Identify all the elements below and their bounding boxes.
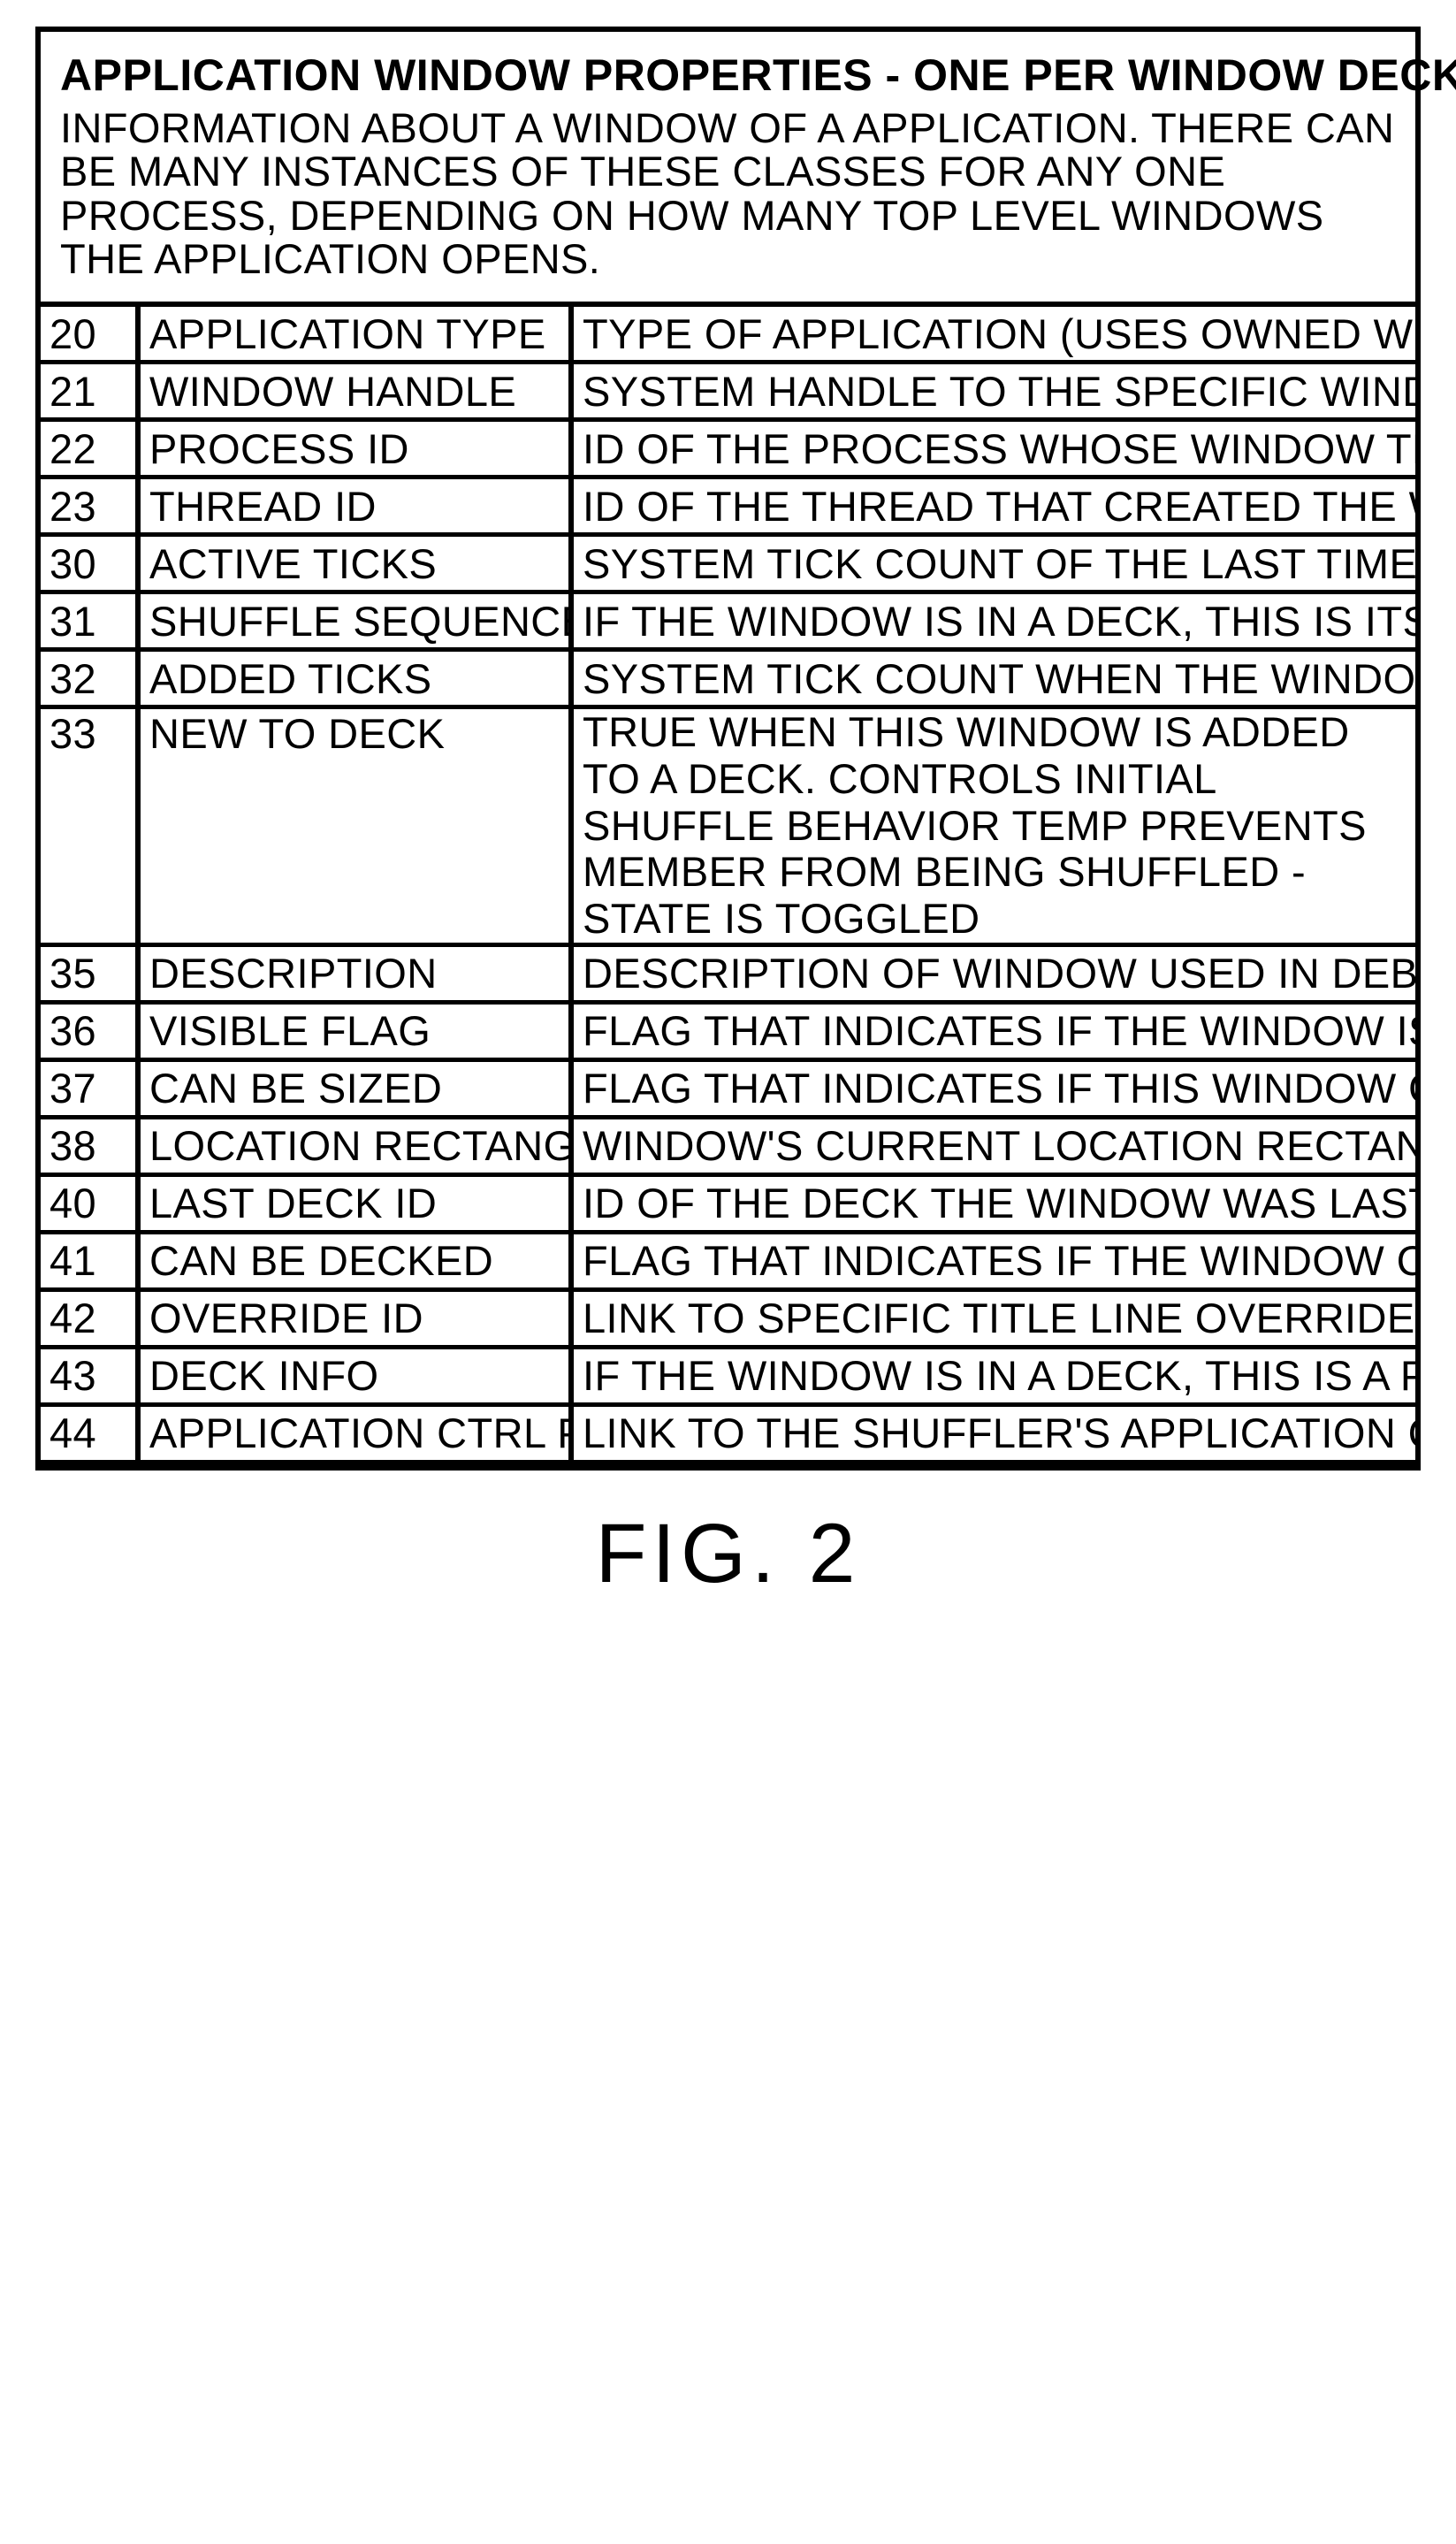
table-frame: APPLICATION WINDOW PROPERTIES - ONE PER … bbox=[35, 27, 1421, 1471]
property-name: ACTIVE TICKS bbox=[138, 535, 571, 592]
property-name: SHUFFLE SEQUENCE bbox=[138, 592, 571, 650]
table-row: 44APPLICATION CTRL POINTERLINK TO THE SH… bbox=[41, 1404, 1415, 1463]
property-description: LINK TO THE SHUFFLER'S APPLICATION CONTR… bbox=[571, 1404, 1415, 1463]
figure-label: FIG. 2 bbox=[35, 1506, 1421, 1602]
property-name: NEW TO DECK bbox=[138, 707, 571, 944]
row-number: 42 bbox=[41, 1289, 138, 1347]
property-description: IF THE WINDOW IS IN A DECK, THIS IS ITS … bbox=[571, 592, 1415, 650]
table-row: 36VISIBLE FLAGFLAG THAT INDICATES IF THE… bbox=[41, 1002, 1415, 1059]
table-row: 41CAN BE DECKEDFLAG THAT INDICATES IF TH… bbox=[41, 1232, 1415, 1289]
property-description: TYPE OF APPLICATION (USES OWNED WINDOWS,… bbox=[571, 307, 1415, 363]
table-row: 33NEW TO DECKTRUE WHEN THIS WINDOW IS AD… bbox=[41, 707, 1415, 944]
row-number: 32 bbox=[41, 650, 138, 707]
table-row: 20APPLICATION TYPETYPE OF APPLICATION (U… bbox=[41, 307, 1415, 363]
property-name: VISIBLE FLAG bbox=[138, 1002, 571, 1059]
table-row: 21WINDOW HANDLESYSTEM HANDLE TO THE SPEC… bbox=[41, 363, 1415, 420]
property-description: WINDOW'S CURRENT LOCATION RECTANGLE. bbox=[571, 1117, 1415, 1174]
property-description: LINK TO SPECIFIC TITLE LINE OVERRIDE INF… bbox=[571, 1289, 1415, 1347]
property-name: LAST DECK ID bbox=[138, 1174, 571, 1232]
table-row: 22PROCESS IDID OF THE PROCESS WHOSE WIND… bbox=[41, 420, 1415, 477]
property-description: ID OF THE PROCESS WHOSE WINDOW THIS IS. … bbox=[571, 420, 1415, 477]
property-description: ID OF THE THREAD THAT CREATED THE WINDOW… bbox=[571, 477, 1415, 535]
property-name: APPLICATION CTRL POINTER bbox=[138, 1404, 571, 1463]
row-number: 23 bbox=[41, 477, 138, 535]
property-name: WINDOW HANDLE bbox=[138, 363, 571, 420]
table-row: 43DECK INFOIF THE WINDOW IS IN A DECK, T… bbox=[41, 1347, 1415, 1404]
row-number: 37 bbox=[41, 1059, 138, 1117]
row-number: 22 bbox=[41, 420, 138, 477]
property-name: ADDED TICKS bbox=[138, 650, 571, 707]
table-row: 42OVERRIDE IDLINK TO SPECIFIC TITLE LINE… bbox=[41, 1289, 1415, 1347]
table-row: 31SHUFFLE SEQUENCEIF THE WINDOW IS IN A … bbox=[41, 592, 1415, 650]
property-description: SYSTEM TICK COUNT OF THE LAST TIME THE W… bbox=[571, 535, 1415, 592]
property-description: SYSTEM HANDLE TO THE SPECIFIC WINDOW bbox=[571, 363, 1415, 420]
row-number: 35 bbox=[41, 944, 138, 1002]
row-number: 40 bbox=[41, 1174, 138, 1232]
property-description: FLAG THAT INDICATES IF THIS WINDOW CAN B… bbox=[571, 1059, 1415, 1117]
table-row: 38LOCATION RECTANGLEWINDOW'S CURRENT LOC… bbox=[41, 1117, 1415, 1174]
table-row: 23THREAD IDID OF THE THREAD THAT CREATED… bbox=[41, 477, 1415, 535]
row-number: 38 bbox=[41, 1117, 138, 1174]
property-name: DESCRIPTION bbox=[138, 944, 571, 1002]
property-description: SYSTEM TICK COUNT WHEN THE WINDOW WAS AD… bbox=[571, 650, 1415, 707]
row-number: 36 bbox=[41, 1002, 138, 1059]
property-description: FLAG THAT INDICATES IF THE WINDOW CAN BE… bbox=[571, 1232, 1415, 1289]
property-description: IF THE WINDOW IS IN A DECK, THIS IS A PO… bbox=[571, 1347, 1415, 1404]
table-row: 32ADDED TICKSSYSTEM TICK COUNT WHEN THE … bbox=[41, 650, 1415, 707]
property-name: CAN BE SIZED bbox=[138, 1059, 571, 1117]
row-number: 41 bbox=[41, 1232, 138, 1289]
property-name: PROCESS ID bbox=[138, 420, 571, 477]
row-number: 44 bbox=[41, 1404, 138, 1463]
row-number: 43 bbox=[41, 1347, 138, 1404]
table-row: 37CAN BE SIZEDFLAG THAT INDICATES IF THI… bbox=[41, 1059, 1415, 1117]
property-name: CAN BE DECKED bbox=[138, 1232, 571, 1289]
property-name: OVERRIDE ID bbox=[138, 1289, 571, 1347]
property-description: FLAG THAT INDICATES IF THE WINDOW IS VIS… bbox=[571, 1002, 1415, 1059]
properties-table: 20APPLICATION TYPETYPE OF APPLICATION (U… bbox=[41, 307, 1415, 1464]
row-number: 30 bbox=[41, 535, 138, 592]
page: APPLICATION WINDOW PROPERTIES - ONE PER … bbox=[0, 0, 1456, 1620]
property-name: DECK INFO bbox=[138, 1347, 571, 1404]
property-description: TRUE WHEN THIS WINDOW IS ADDED TO A DECK… bbox=[571, 707, 1415, 944]
property-description: ID OF THE DECK THE WINDOW WAS LAST REMOV… bbox=[571, 1174, 1415, 1232]
property-name: THREAD ID bbox=[138, 477, 571, 535]
table-row: 40LAST DECK IDID OF THE DECK THE WINDOW … bbox=[41, 1174, 1415, 1232]
table-title: APPLICATION WINDOW PROPERTIES - ONE PER … bbox=[60, 50, 1396, 101]
property-description: DESCRIPTION OF WINDOW USED IN DEBUG OUTP… bbox=[571, 944, 1415, 1002]
property-name: LOCATION RECTANGLE bbox=[138, 1117, 571, 1174]
row-number: 33 bbox=[41, 707, 138, 944]
property-name: APPLICATION TYPE bbox=[138, 307, 571, 363]
table-subtitle: INFORMATION ABOUT A WINDOW OF A APPLICAT… bbox=[60, 106, 1396, 280]
row-number: 20 bbox=[41, 307, 138, 363]
table-header: APPLICATION WINDOW PROPERTIES - ONE PER … bbox=[41, 32, 1415, 307]
table-row: 35DESCRIPTIONDESCRIPTION OF WINDOW USED … bbox=[41, 944, 1415, 1002]
row-number: 21 bbox=[41, 363, 138, 420]
row-number: 31 bbox=[41, 592, 138, 650]
table-row: 30ACTIVE TICKSSYSTEM TICK COUNT OF THE L… bbox=[41, 535, 1415, 592]
